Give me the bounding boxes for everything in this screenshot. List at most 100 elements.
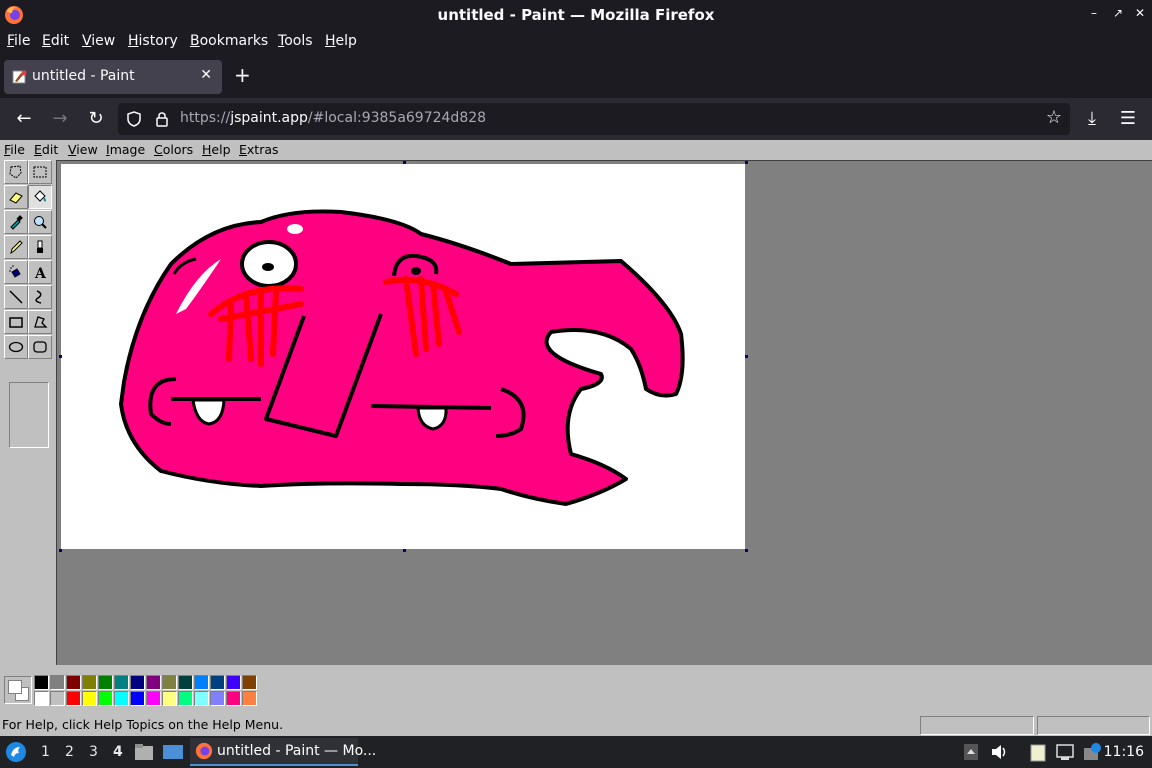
rounded-rectangle-tool[interactable] [28,335,52,359]
tab-untitled-paint[interactable]: untitled - Paint ✕ [4,60,222,94]
firefox-menubar: File Edit View History Bookmarks Tools H… [0,30,1152,56]
color-swatch[interactable] [34,675,49,690]
magnifier-tool[interactable] [28,210,52,234]
rectangle-select-icon [33,166,47,178]
color-swatch[interactable] [66,675,81,690]
color-swatch[interactable] [210,691,225,706]
color-swatch[interactable] [66,691,81,706]
resize-handle-top-right[interactable] [745,161,748,164]
ff-menu-view[interactable]: View [82,33,115,49]
color-swatch[interactable] [130,675,145,690]
paint-menu-view[interactable]: View [68,142,98,157]
resize-handle-bottom-left[interactable] [59,549,62,552]
text-tool[interactable]: A [28,260,52,284]
free-form-select-tool[interactable] [4,160,28,184]
shield-icon[interactable] [126,111,142,127]
ff-menu-history[interactable]: History [128,33,178,49]
tab-close-icon[interactable]: ✕ [200,67,212,83]
color-swatch[interactable] [146,691,161,706]
back-button[interactable]: ← [12,107,36,131]
ff-menu-edit[interactable]: Edit [42,33,69,49]
foreground-color-swatch[interactable] [8,680,22,694]
brush-tool[interactable] [28,235,52,259]
resize-handle-right[interactable] [745,355,748,358]
curve-tool[interactable] [28,285,52,309]
paint-menu-colors[interactable]: Colors [154,142,193,157]
url-text[interactable]: https://jspaint.app/#local:9385a69724d82… [180,110,486,126]
color-swatch[interactable] [82,675,97,690]
ff-menu-bookmarks[interactable]: Bookmarks [190,33,268,49]
workspace-3[interactable]: 3 [89,744,98,760]
color-swatch[interactable] [226,675,241,690]
clipboard-icon[interactable] [1028,742,1048,762]
current-colors[interactable] [4,676,32,704]
resize-handle-top[interactable] [403,161,406,164]
app-menu-button[interactable]: ☰ [1116,107,1140,131]
update-notification-icon[interactable] [1082,742,1102,762]
maximize-button[interactable]: ↗ [1110,6,1126,20]
eraser-tool[interactable] [4,185,28,209]
file-manager-icon[interactable] [134,742,154,762]
resize-handle-left[interactable] [59,355,62,358]
color-swatch[interactable] [178,675,193,690]
pick-color-tool[interactable] [4,210,28,234]
ff-menu-file[interactable]: File [7,33,30,49]
new-tab-button[interactable]: + [234,63,251,87]
tray-up-icon[interactable] [963,743,979,761]
lock-icon[interactable] [154,111,170,127]
resize-handle-bottom[interactable] [403,549,406,552]
paint-menu-help[interactable]: Help [202,142,231,157]
workspace-1[interactable]: 1 [41,744,50,760]
workspace-4[interactable]: 4 [113,744,123,760]
start-menu-icon[interactable] [5,741,27,763]
ff-menu-tools[interactable]: Tools [278,33,313,49]
color-swatch[interactable] [34,691,49,706]
downloads-button[interactable]: ⤓ [1080,107,1104,131]
drawing-canvas[interactable] [61,164,745,549]
color-swatch[interactable] [178,691,193,706]
color-swatch[interactable] [194,691,209,706]
desktop-icon[interactable] [162,742,184,762]
color-swatch[interactable] [114,691,129,706]
url-bar[interactable]: https://jspaint.app/#local:9385a69724d82… [118,103,1070,135]
color-swatch[interactable] [194,675,209,690]
ff-menu-help[interactable]: Help [325,33,357,49]
volume-icon[interactable] [990,743,1010,761]
rectangle-tool[interactable] [4,310,28,334]
color-swatch[interactable] [50,675,65,690]
color-swatch[interactable] [226,691,241,706]
paint-menu-file[interactable]: File [4,142,25,157]
color-swatch[interactable] [82,691,97,706]
taskbar-task-firefox[interactable]: untitled - Paint — Mo... [190,738,376,766]
fill-tool[interactable] [28,185,52,209]
pencil-tool[interactable] [4,235,28,259]
color-swatch[interactable] [98,675,113,690]
paint-menu-edit[interactable]: Edit [34,142,58,157]
resize-handle-corner[interactable] [745,549,748,552]
color-swatch[interactable] [50,691,65,706]
close-window-button[interactable]: ✕ [1132,6,1148,20]
ellipse-tool[interactable] [4,335,28,359]
color-swatch[interactable] [114,675,129,690]
network-icon[interactable] [1055,742,1075,762]
color-swatch[interactable] [162,691,177,706]
line-tool[interactable] [4,285,28,309]
color-swatch[interactable] [98,691,113,706]
polygon-tool[interactable] [28,310,52,334]
reload-button[interactable]: ↻ [84,107,108,131]
bookmark-star-icon[interactable]: ☆ [1046,107,1062,128]
paint-menu-image[interactable]: Image [106,142,145,157]
color-swatch[interactable] [162,675,177,690]
color-swatch[interactable] [210,675,225,690]
rectangle-select-tool[interactable] [28,160,52,184]
workspace-2[interactable]: 2 [65,744,74,760]
airbrush-tool[interactable] [4,260,28,284]
minimize-button[interactable]: – [1086,6,1102,20]
color-swatch[interactable] [130,691,145,706]
color-swatch[interactable] [146,675,161,690]
color-swatch[interactable] [242,691,257,706]
paint-menu-extras[interactable]: Extras [239,142,279,157]
forward-button[interactable]: → [48,107,72,131]
tool-options-panel[interactable] [9,382,49,448]
color-swatch[interactable] [242,675,257,690]
